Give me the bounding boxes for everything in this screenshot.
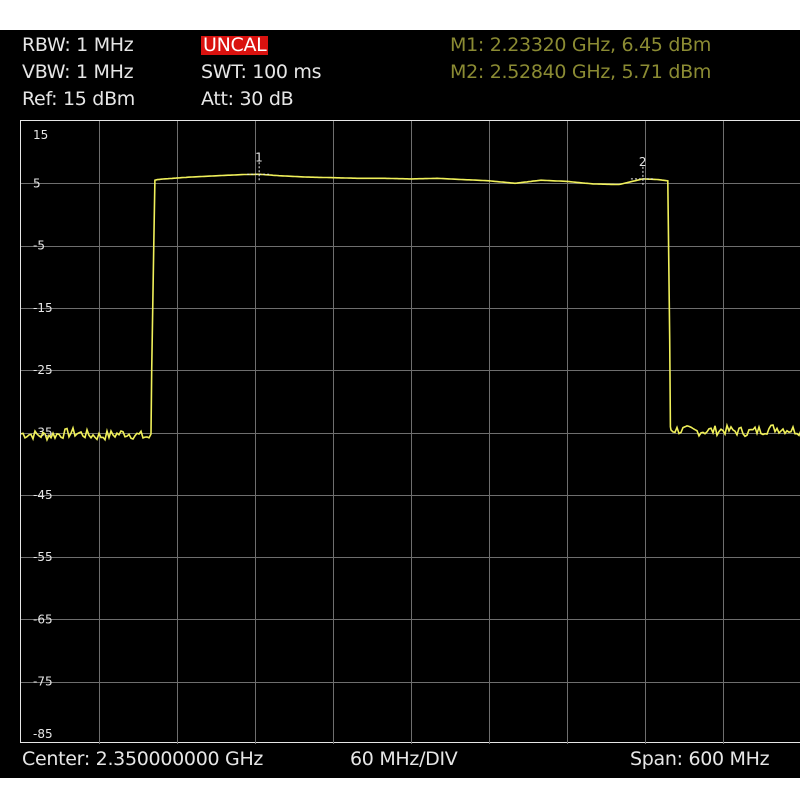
y-tick-label: -65: [33, 612, 53, 626]
center-frequency-readout: Center: 2.350000000 GHz: [22, 748, 264, 770]
y-tick-label: 15: [33, 128, 48, 142]
span-readout: Span: 600 MHz: [630, 748, 770, 770]
attenuation-readout: Att: 30 dB: [201, 88, 294, 110]
y-tick-label: -45: [33, 488, 53, 502]
y-tick-label: -75: [33, 675, 53, 689]
rbw-readout: RBW: 1 MHz: [22, 34, 134, 56]
marker-1-label: 1: [255, 150, 263, 164]
sweep-time-readout: SWT: 100 ms: [201, 61, 322, 83]
y-tick-label: 5: [33, 176, 41, 190]
marker-1-readout: M1: 2.23320 GHz, 6.45 dBm: [450, 34, 712, 56]
spectrum-plot: 15 5 -5 -15 -25 -35 -45 -55 -65 -75 -85 1 2: [20, 120, 800, 744]
spectrum-trace: [21, 173, 800, 442]
y-tick-label: -55: [33, 550, 53, 564]
y-tick-label: -15: [33, 301, 53, 315]
vbw-readout: VBW: 1 MHz: [22, 61, 134, 83]
marker-2-label: 2: [639, 155, 647, 169]
marker-2-readout: M2: 2.52840 GHz, 5.71 dBm: [450, 61, 712, 83]
analyzer-screen: RBW: 1 MHz VBW: 1 MHz Ref: 15 dBm UNCAL …: [0, 30, 800, 778]
y-tick-label: -85: [33, 727, 53, 741]
y-tick-label: -25: [33, 363, 53, 377]
uncal-badge: UNCAL: [201, 34, 269, 56]
spectrum-svg: 155-5-15-25-35-45-55-65-75-851 2: [21, 121, 800, 744]
ref-level-readout: Ref: 15 dBm: [22, 88, 136, 110]
y-tick-label: -5: [33, 239, 45, 253]
frequency-per-division: 60 MHz/DIV: [350, 748, 458, 770]
